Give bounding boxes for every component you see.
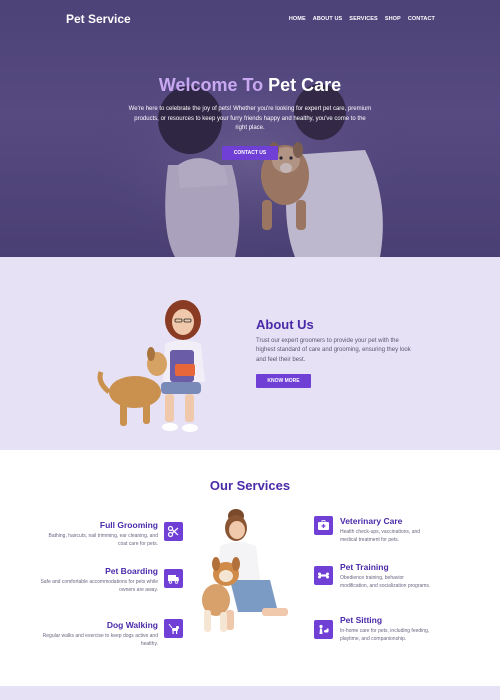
service-description: In-home care for pets, including feeding… xyxy=(340,628,430,642)
service-description: Safe and comfortable accommodations for … xyxy=(40,579,158,593)
contact-us-button[interactable]: CONTACT US xyxy=(222,146,278,160)
service-dog-walking[interactable]: Dog Walking Regular walks and exercise t… xyxy=(38,620,158,648)
hero-subtitle: We're here to celebrate the joy of pets!… xyxy=(128,106,372,131)
nav-item-services[interactable]: SERVICES xyxy=(349,16,378,22)
service-pet-training[interactable]: Pet Training Obedience training, behavio… xyxy=(340,562,432,590)
service-name: Pet Training xyxy=(340,562,389,572)
service-name: Full Grooming xyxy=(99,520,158,530)
service-name: Veterinary Care xyxy=(340,516,403,526)
brand-logo-text[interactable]: Pet Service xyxy=(66,12,131,26)
nav-item-about-us[interactable]: ABOUT US xyxy=(313,16,343,22)
about-description: Trust our expert groomers to provide you… xyxy=(256,338,411,363)
nav-item-contact[interactable]: CONTACT xyxy=(408,16,435,22)
nav-item-home[interactable]: HOME xyxy=(289,16,306,22)
about-photo-illustration xyxy=(97,300,205,432)
know-more-button[interactable]: KNOW MORE xyxy=(256,374,311,388)
service-description: Obedience training, behavior modificatio… xyxy=(340,575,431,589)
nav-item-shop[interactable]: SHOP xyxy=(385,16,401,22)
dog-walk-icon xyxy=(164,619,183,638)
service-name: Dog Walking xyxy=(106,620,158,630)
top-navigation: Pet Service HOME ABOUT US SERVICES SHOP … xyxy=(0,0,500,38)
service-full-grooming[interactable]: Full Grooming Bathing, haircuts, nail tr… xyxy=(38,520,158,548)
footer-strip xyxy=(0,686,500,700)
scissors-icon xyxy=(164,522,183,541)
service-description: Regular walks and exercise to keep dogs … xyxy=(42,633,158,647)
services-photo-illustration xyxy=(202,509,301,632)
hero-title-accent: Welcome To xyxy=(158,75,264,95)
van-icon xyxy=(164,569,183,588)
service-name: Pet Sitting xyxy=(340,615,383,625)
hero-section: Pet Service HOME ABOUT US SERVICES SHOP … xyxy=(0,0,500,257)
service-description: Bathing, haircuts, nail trimming, ear cl… xyxy=(48,533,158,547)
hero-title-main: Pet Care xyxy=(268,75,342,95)
about-section: About Us Trust our expert groomers to pr… xyxy=(0,257,500,450)
vet-kit-icon xyxy=(314,516,333,535)
nav-menu: HOME ABOUT US SERVICES SHOP CONTACT xyxy=(289,16,435,22)
about-title: About Us xyxy=(256,317,314,332)
services-section: Our Services Full Grooming Bathing, hair… xyxy=(0,450,500,686)
service-pet-boarding[interactable]: Pet Boarding Safe and comfortable accomm… xyxy=(38,566,158,594)
services-title: Our Services xyxy=(209,478,291,493)
service-description: Health check-ups, vaccinations, and medi… xyxy=(340,529,421,543)
service-pet-sitting[interactable]: Pet Sitting In-home care for pets, inclu… xyxy=(340,615,432,643)
hero-title: Welcome To Pet Care xyxy=(0,75,500,96)
pet-sit-icon xyxy=(314,620,333,639)
service-name: Pet Boarding xyxy=(105,566,158,576)
service-veterinary-care[interactable]: Veterinary Care Health check-ups, vaccin… xyxy=(340,516,432,544)
bone-icon xyxy=(314,566,333,585)
